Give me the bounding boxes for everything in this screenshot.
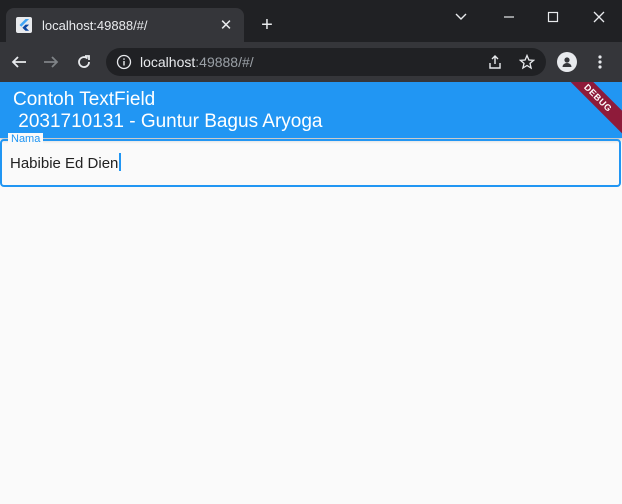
new-tab-button[interactable]: + [256,14,278,36]
tab-close-icon[interactable]: ✕ [218,16,234,34]
textfield-value[interactable]: Habibie Ed Dien [10,155,118,172]
url-path: :49888/#/ [195,54,254,70]
tab-search-icon[interactable] [446,6,476,28]
flutter-icon [16,17,32,33]
app-bar: Contoh TextField 2031710131 - Guntur Bag… [0,82,622,138]
browser-tab[interactable]: localhost:49888/#/ ✕ [6,8,244,42]
text-caret [119,153,122,171]
share-icon[interactable] [484,51,506,73]
maximize-icon[interactable] [538,6,568,28]
back-arrow-icon[interactable] [7,50,31,74]
address-bar[interactable]: localhost :49888/#/ [106,48,546,76]
minimize-icon[interactable] [494,6,524,28]
close-window-icon[interactable] [584,6,614,28]
info-icon[interactable] [116,54,132,70]
browser-toolbar: localhost :49888/#/ [0,42,622,82]
app-bar-title-line2: 2031710131 - Guntur Bagus Aryoga [13,111,323,132]
app-viewport: Contoh TextField 2031710131 - Guntur Bag… [0,82,622,504]
forward-arrow-icon[interactable] [39,50,63,74]
star-icon[interactable] [516,51,538,73]
kebab-menu-icon[interactable] [592,52,608,72]
reload-icon[interactable] [72,50,96,74]
browser-tab-strip: localhost:49888/#/ ✕ + [0,0,622,42]
app-bar-title: Contoh TextField 2031710131 - Guntur Bag… [13,89,323,133]
name-textfield[interactable]: Nama Habibie Ed Dien [0,133,621,187]
profile-icon[interactable] [557,52,577,72]
textfield-value-wrap[interactable]: Habibie Ed Dien [10,153,122,174]
tab-title: localhost:49888/#/ [42,17,148,33]
textfield-label-wrap: Nama [8,133,44,145]
textfield-label: Nama [11,133,41,145]
app-bar-title-line1: Contoh TextField [13,89,156,110]
url-host: localhost [140,54,196,70]
